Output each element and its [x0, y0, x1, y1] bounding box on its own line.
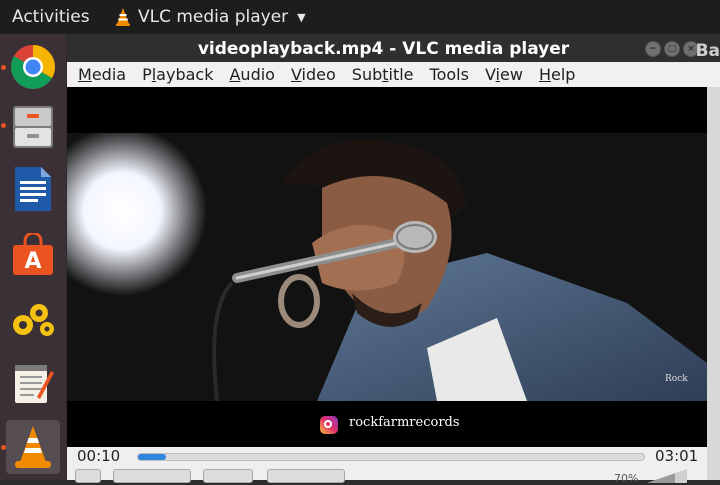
playlist-loop-shuffle-buttons[interactable]	[267, 469, 345, 483]
dock-item-writer[interactable]	[6, 162, 60, 216]
menu-bar: Media Playback Audio Video Subtitle Tools View…	[67, 62, 720, 87]
seek-progress	[138, 454, 166, 460]
dock-item-software[interactable]: A	[6, 228, 60, 282]
play-pause-button[interactable]	[75, 469, 101, 483]
watermark-bar: rockfarmrecords	[67, 401, 707, 447]
menu-help[interactable]: Help	[539, 65, 575, 84]
dock-item-text-editor[interactable]	[6, 356, 60, 410]
app-menu-label: VLC media player	[138, 7, 289, 27]
dock: A	[0, 34, 66, 480]
vlc-window: videoplayback.mp4 - VLC media player − □…	[67, 34, 720, 485]
svg-text:Rock: Rock	[665, 374, 688, 384]
video-frame-image: Rock	[67, 133, 707, 401]
video-frame: Rock	[67, 133, 707, 401]
dock-item-files[interactable]	[6, 100, 60, 154]
playback-controls: 00:10 03:01 70%	[67, 447, 707, 485]
app-menu[interactable]: VLC media player ▼	[115, 7, 306, 27]
dock-item-settings[interactable]	[6, 292, 60, 346]
volume-level: 70%	[614, 472, 639, 485]
top-bar: Activities VLC media player ▼	[0, 0, 720, 34]
title-bar[interactable]: videoplayback.mp4 - VLC media player − □…	[67, 34, 720, 62]
software-center-icon: A	[13, 233, 53, 275]
menu-video[interactable]: Video	[291, 65, 336, 84]
file-cabinet-icon	[13, 106, 53, 148]
gears-icon	[13, 304, 54, 336]
menu-tools[interactable]: Tools	[430, 65, 469, 84]
total-time: 03:01	[655, 447, 699, 465]
chrome-icon	[11, 45, 55, 89]
running-indicator	[1, 445, 6, 450]
vlc-cone-icon	[15, 426, 51, 468]
activities-button[interactable]: Activities	[12, 7, 90, 27]
chevron-down-icon: ▼	[297, 10, 306, 24]
seek-slider[interactable]	[137, 453, 645, 461]
writer-icon	[15, 167, 51, 211]
minimize-button[interactable]: −	[645, 41, 661, 57]
running-indicator	[1, 65, 6, 70]
running-indicator	[1, 123, 6, 128]
volume-slider[interactable]	[647, 469, 687, 483]
fullscreen-extended-buttons[interactable]	[203, 469, 253, 483]
watermark-handle: rockfarmrecords	[349, 415, 460, 430]
previous-stop-next-buttons[interactable]	[113, 469, 191, 483]
window-title: videoplayback.mp4 - VLC media player	[197, 39, 570, 59]
dock-item-vlc[interactable]	[6, 420, 60, 474]
video-area[interactable]: Rock rockfarmrecords	[67, 87, 707, 447]
instagram-icon	[320, 416, 338, 434]
elapsed-time: 00:10	[77, 447, 121, 465]
window-edge	[707, 87, 720, 480]
text-editor-icon	[15, 365, 54, 403]
dock-item-chrome[interactable]	[6, 40, 60, 94]
vlc-cone-icon	[115, 8, 131, 26]
menu-subtitle[interactable]: Subtitle	[352, 65, 414, 84]
menu-media[interactable]: Media	[78, 65, 126, 84]
svg-text:A: A	[24, 249, 41, 274]
maximize-button[interactable]: □	[664, 41, 680, 57]
menu-audio[interactable]: Audio	[229, 65, 274, 84]
menu-playback[interactable]: Playback	[142, 65, 213, 84]
menu-view[interactable]: View	[485, 65, 523, 84]
